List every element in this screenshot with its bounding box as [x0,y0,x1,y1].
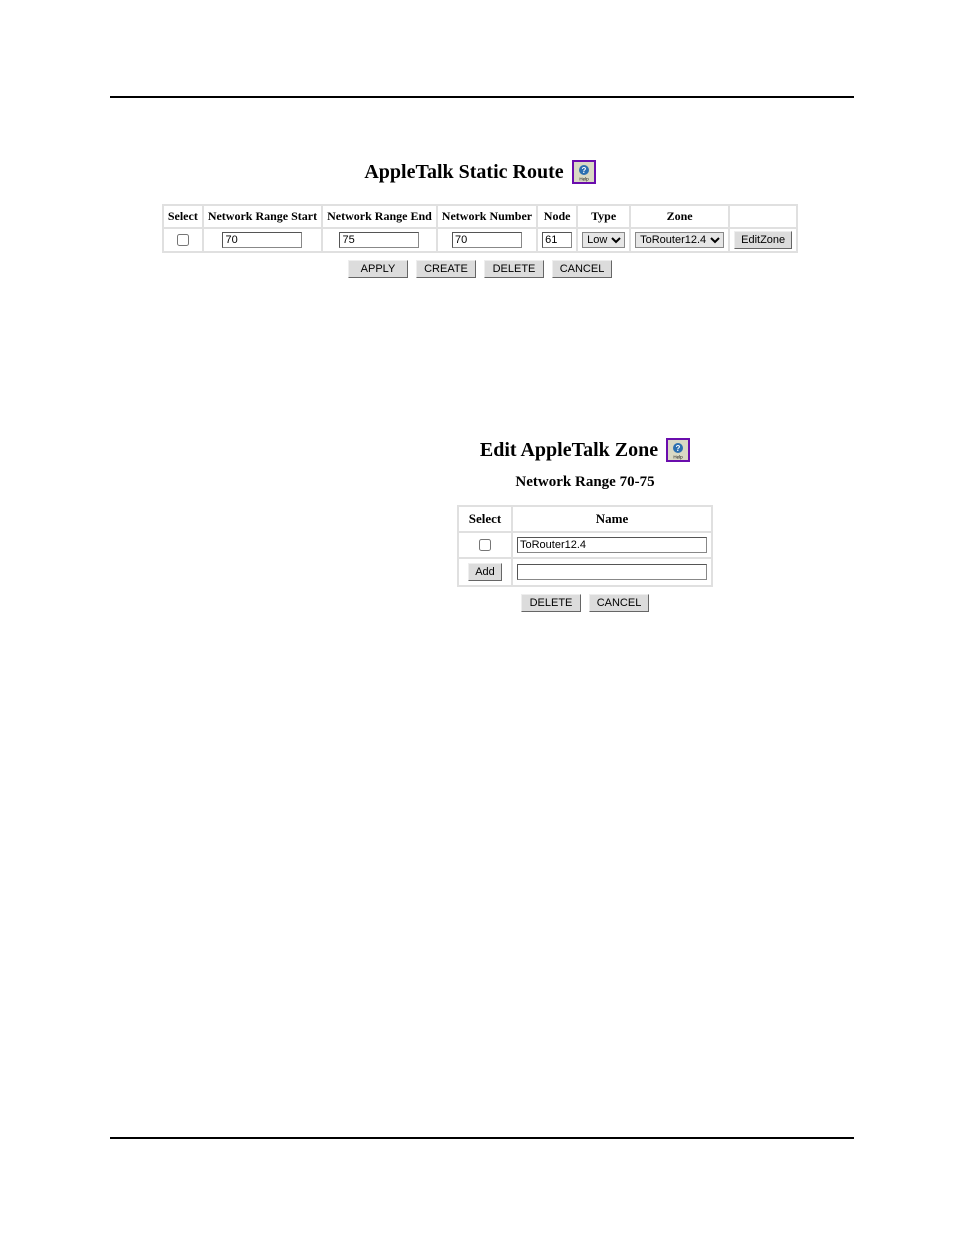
range-end-input[interactable] [339,232,419,248]
create-button[interactable]: CREATE [416,260,476,278]
delete-button[interactable]: DELETE [521,594,581,612]
document-page: AppleTalk Static Route ? Help Select Net… [0,0,954,1235]
col-type: Type [578,206,629,227]
col-node: Node [538,206,576,227]
static-route-table: Select Network Range Start Network Range… [162,204,798,253]
static-route-title: AppleTalk Static Route [364,161,563,184]
delete-button[interactable]: DELETE [484,260,544,278]
zone-name-input[interactable] [517,537,707,553]
help-icon[interactable]: ? Help [572,160,596,184]
header-rule [110,96,854,98]
zone-row-checkbox[interactable] [479,539,491,551]
type-select[interactable]: Low [582,232,625,248]
static-route-button-row: APPLY CREATE DELETE CANCEL [155,259,805,278]
col-range-end: Network Range End [323,206,436,227]
svg-text:?: ? [581,166,586,175]
range-start-input[interactable] [222,232,302,248]
row-select-checkbox[interactable] [177,234,189,246]
col-net-number: Network Number [438,206,536,227]
table-row [459,533,711,557]
net-number-input[interactable] [452,232,522,248]
cancel-button[interactable]: CANCEL [589,594,649,612]
zone-col-name: Name [513,507,711,531]
static-route-title-row: AppleTalk Static Route ? Help [155,160,805,184]
col-zone: Zone [631,206,728,227]
zone-col-select: Select [459,507,511,531]
edit-zone-title-row: Edit AppleTalk Zone ? Help [450,438,720,462]
help-icon[interactable]: ? Help [666,438,690,462]
edit-zone-title: Edit AppleTalk Zone [480,439,658,462]
help-label-text: Help [579,177,589,182]
node-input[interactable] [542,232,572,248]
cancel-button[interactable]: CANCEL [552,260,612,278]
zone-button-row: DELETE CANCEL [450,593,720,612]
edit-zone-section: Edit AppleTalk Zone ? Help Network Range… [450,438,720,612]
edit-zone-button[interactable]: EditZone [734,231,792,249]
col-range-start: Network Range Start [204,206,321,227]
svg-text:Help: Help [673,455,683,460]
col-select: Select [164,206,202,227]
zone-select[interactable]: ToRouter12.4 [635,232,724,248]
network-range-subheading: Network Range 70-75 [450,474,720,491]
col-action [730,206,796,227]
svg-text:?: ? [676,444,681,453]
zone-table: Select Name Add [457,505,713,587]
table-row: Low ToRouter12.4 EditZone [164,229,796,251]
footer-rule [110,1137,854,1139]
table-row: Add [459,559,711,585]
zone-new-name-input[interactable] [517,564,707,580]
static-route-section: AppleTalk Static Route ? Help Select Net… [155,160,805,278]
apply-button[interactable]: APPLY [348,260,408,278]
add-button[interactable]: Add [468,563,502,581]
